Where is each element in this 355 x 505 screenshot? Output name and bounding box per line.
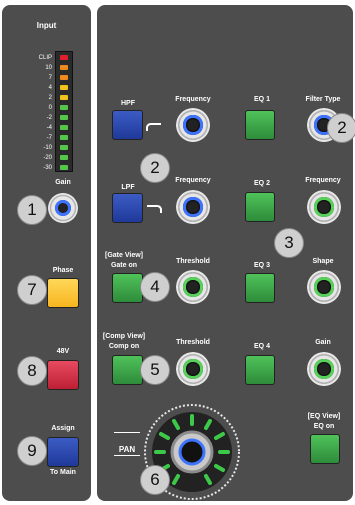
callout-badge-9: 9 (17, 436, 47, 466)
gain-knob[interactable] (48, 193, 78, 223)
shape-knob[interactable] (307, 270, 341, 304)
meter-segment (60, 55, 68, 60)
eq-gain-label: Gain (315, 339, 331, 346)
meter-scale-label: -7 (46, 135, 52, 141)
eq1-button[interactable] (245, 110, 275, 140)
meter-scale-label: 4 (48, 85, 52, 91)
gate-threshold-knob[interactable] (176, 270, 210, 304)
meter-scale-label: -20 (43, 155, 52, 161)
eq-frequency-knob[interactable] (307, 190, 341, 224)
meter-scale-label: -4 (46, 125, 52, 131)
eq2-button[interactable] (245, 192, 275, 222)
comp-on-label: Comp on (108, 343, 140, 350)
eq3-button[interactable] (245, 273, 275, 303)
gate-on-label: Gate on (110, 262, 138, 269)
lpf-button[interactable] (112, 193, 143, 223)
eq4-label: EQ 4 (254, 343, 270, 350)
meter-segment (60, 105, 68, 110)
comp-threshold-knob[interactable] (176, 352, 210, 386)
meter-scale-label: -10 (43, 145, 52, 151)
meter-segment (60, 155, 68, 160)
assign-to-main-button[interactable] (47, 437, 79, 467)
lpf-label: LPF (121, 184, 135, 191)
eq4-button[interactable] (245, 355, 275, 385)
gain-label: Gain (55, 179, 71, 186)
callout-badge-8: 8 (17, 356, 47, 386)
meter-scale-label: -30 (43, 165, 52, 171)
lpf-frequency-label: Frequency (175, 177, 211, 184)
pan-overline (114, 432, 140, 433)
callout-badge-2a: 2 (327, 113, 355, 143)
meter-scale-label: -2 (46, 115, 52, 121)
hpf-frequency-label: Frequency (175, 96, 211, 103)
callout-badge-4: 4 (140, 272, 170, 302)
callout-badge-2b: 2 (140, 153, 170, 183)
callout-badge-7: 7 (17, 275, 47, 305)
meter-segment (60, 145, 68, 150)
eq2-label: EQ 2 (254, 180, 270, 187)
to-main-label: To Main (50, 469, 76, 476)
meter-segment (60, 75, 68, 80)
meter-scale-label: 7 (48, 75, 52, 81)
shape-label: Shape (312, 258, 334, 265)
eq3-label: EQ 3 (254, 262, 270, 269)
meter-scale-label: 0 (48, 105, 52, 111)
48v-label: 48V (56, 348, 70, 355)
gate-on-button[interactable] (112, 273, 143, 303)
comp-view-label: [Comp View] (102, 333, 146, 340)
callout-badge-6: 6 (140, 465, 170, 495)
meter-scale-label: 10 (45, 65, 52, 71)
phantom-power-button[interactable] (47, 360, 79, 390)
hpf-button[interactable] (112, 110, 143, 140)
meter-segment (60, 125, 68, 130)
pan-underline (114, 455, 140, 456)
meter-segment (60, 95, 68, 100)
level-meter (55, 51, 73, 172)
high-pass-filter-icon (146, 123, 161, 131)
hpf-label: HPF (121, 100, 135, 107)
input-section: Input CLIP 10 7 4 2 0 -2 -4 -7 -10 -20 -… (2, 5, 91, 501)
callout-badge-1: 1 (17, 195, 47, 225)
filter-type-label: Filter Type (305, 96, 341, 103)
low-pass-filter-icon (147, 205, 162, 213)
meter-segment (60, 85, 68, 90)
meter-scale-label: CLIP (38, 55, 52, 61)
pan-label: PAN (118, 445, 136, 454)
comp-on-button[interactable] (112, 355, 143, 385)
phase-label: Phase (52, 267, 74, 274)
gate-threshold-label: Threshold (176, 258, 210, 265)
eq-frequency-label: Frequency (305, 177, 341, 184)
eq1-label: EQ 1 (254, 96, 270, 103)
eq-on-label: EQ on (313, 423, 335, 430)
lpf-frequency-knob[interactable] (176, 190, 210, 224)
meter-segment (60, 65, 68, 70)
callout-badge-3: 3 (274, 228, 304, 258)
hpf-frequency-knob[interactable] (176, 108, 210, 142)
eq-gain-knob[interactable] (307, 352, 341, 386)
eq-on-button[interactable] (310, 434, 340, 464)
eq-view-label: [EQ View] (307, 413, 341, 420)
gate-view-label: [Gate View] (105, 252, 143, 259)
input-title: Input (36, 21, 57, 30)
callout-badge-5: 5 (140, 355, 170, 385)
meter-segment (60, 165, 68, 170)
phase-button[interactable] (47, 278, 79, 308)
meter-segment (60, 115, 68, 120)
meter-scale-label: 2 (48, 95, 52, 101)
comp-threshold-label: Threshold (176, 339, 210, 346)
meter-segment (60, 135, 68, 140)
assign-label: Assign (51, 425, 75, 432)
